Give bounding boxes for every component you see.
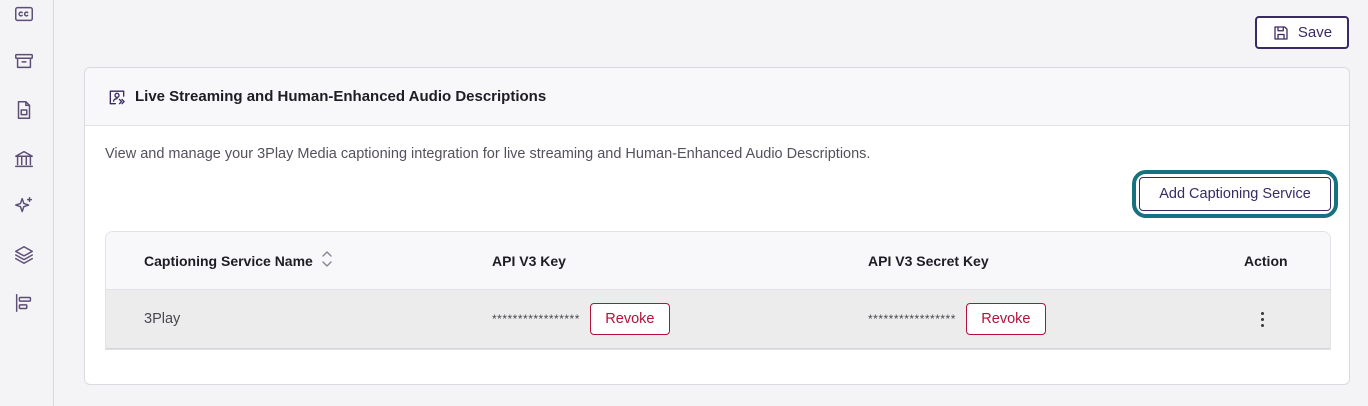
add-captioning-service-button[interactable]: Add Captioning Service xyxy=(1139,177,1331,211)
service-name-cell: 3Play xyxy=(144,311,181,327)
table-row: 3Play ***************** Revoke *********… xyxy=(106,290,1330,349)
file-icon[interactable] xyxy=(12,98,36,122)
api-key-cell: ***************** Revoke xyxy=(492,290,670,348)
sidebar xyxy=(0,0,54,406)
secret-key-value: ***************** xyxy=(868,312,956,326)
bank-icon[interactable] xyxy=(12,147,36,171)
column-header-label: Captioning Service Name xyxy=(144,252,313,269)
column-header-api-key: API V3 Key xyxy=(492,252,566,269)
save-icon xyxy=(1274,25,1288,40)
archive-icon[interactable] xyxy=(12,49,36,73)
sort-icon[interactable] xyxy=(321,250,333,271)
api-key-value: ***************** xyxy=(492,312,580,326)
column-header-secret-key: API V3 Secret Key xyxy=(868,252,989,269)
column-header-action: Action xyxy=(1244,252,1288,269)
card-description: View and manage your 3Play Media caption… xyxy=(105,146,871,162)
revoke-secret-key-button[interactable]: Revoke xyxy=(965,303,1046,335)
column-header-service-name[interactable]: Captioning Service Name xyxy=(144,232,333,289)
save-button[interactable]: Save xyxy=(1255,16,1349,49)
captioning-services-table: Captioning Service Name API V3 Key API V… xyxy=(105,231,1331,350)
more-actions-icon[interactable] xyxy=(1252,307,1272,331)
closed-captions-icon[interactable] xyxy=(12,2,36,26)
table-header: Captioning Service Name API V3 Key API V… xyxy=(106,232,1330,290)
live-stream-icon xyxy=(109,90,125,104)
action-cell xyxy=(1252,290,1272,348)
sparkle-icon[interactable] xyxy=(12,194,36,218)
align-left-icon[interactable] xyxy=(12,291,36,315)
layers-icon[interactable] xyxy=(12,243,36,267)
revoke-api-key-button[interactable]: Revoke xyxy=(589,303,670,335)
save-button-label: Save xyxy=(1297,24,1333,41)
captioning-integration-card: Live Streaming and Human-Enhanced Audio … xyxy=(84,67,1350,385)
secret-key-cell: ***************** Revoke xyxy=(868,290,1046,348)
card-header: Live Streaming and Human-Enhanced Audio … xyxy=(85,68,1349,126)
card-title: Live Streaming and Human-Enhanced Audio … xyxy=(135,88,547,105)
